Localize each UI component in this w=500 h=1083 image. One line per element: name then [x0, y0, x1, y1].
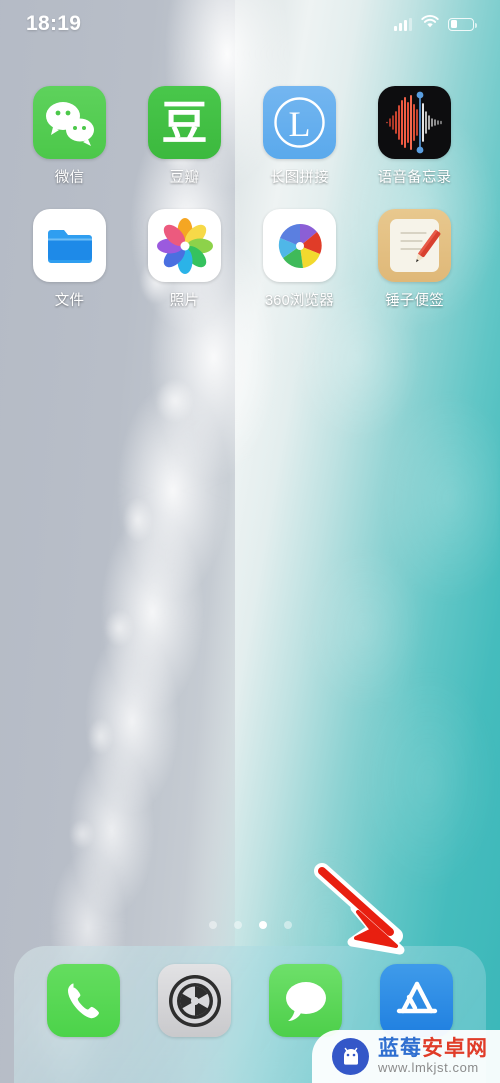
- app-label: 豆瓣: [169, 170, 200, 186]
- douban-icon: 豆: [148, 86, 221, 159]
- android-robot-icon: [332, 1038, 369, 1075]
- app-icon-files[interactable]: 文件: [12, 209, 127, 310]
- app-label: 锤子便签: [385, 293, 444, 309]
- app-icon-photos[interactable]: 照片: [127, 209, 242, 310]
- page-dot-active[interactable]: [258, 921, 267, 929]
- app-label: 360浏览器: [265, 293, 334, 309]
- app-icon-changtu-pinjie[interactable]: L 长图拼接: [242, 86, 357, 187]
- watermark-brand-part2: 安卓网: [422, 1037, 488, 1061]
- watermark-url: www.lmkjst.com: [378, 1060, 479, 1076]
- app-label: 微信: [54, 170, 85, 186]
- app-grid-row: 文件 照片 360浏览器 锤子便签: [12, 209, 488, 332]
- status-bar-clock: 18:19: [26, 12, 82, 35]
- phone-icon: [47, 964, 120, 1037]
- messages-icon: [269, 964, 342, 1037]
- app-label: 语音备忘录: [377, 170, 452, 186]
- page-dot[interactable]: [208, 921, 217, 929]
- dock-app-messages[interactable]: [269, 964, 342, 1037]
- app-icon-voice-memos[interactable]: 语音备忘录: [357, 86, 472, 187]
- app-store-icon: [380, 964, 453, 1037]
- page-dot[interactable]: [283, 921, 292, 929]
- app-label: 照片: [169, 293, 200, 309]
- page-indicator[interactable]: [0, 921, 500, 929]
- photos-icon: [148, 209, 221, 282]
- files-icon: [33, 209, 106, 282]
- browser-360-icon: [263, 209, 336, 282]
- app-grid-row: 微信 豆 豆瓣 L 长图拼接 语音备忘录: [12, 86, 488, 209]
- watermark-brand: 蓝莓安卓网: [378, 1038, 488, 1060]
- wechat-icon: [33, 86, 106, 159]
- app-icon-smartisan-notes[interactable]: 锤子便签: [357, 209, 472, 310]
- voice-memos-icon: [378, 86, 451, 159]
- watermark-text: 蓝莓安卓网 www.lmkjst.com: [378, 1038, 488, 1075]
- status-bar-indicators: [394, 15, 477, 33]
- app-label: 文件: [54, 293, 85, 309]
- douban-glyph: 豆: [161, 95, 208, 150]
- battery-icon: [448, 17, 477, 31]
- watermark: 蓝莓安卓网 www.lmkjst.com: [312, 1030, 500, 1083]
- changtu-pinjie-icon: L: [263, 86, 336, 159]
- wifi-icon: [421, 15, 439, 33]
- app-grid: 微信 豆 豆瓣 L 长图拼接 语音备忘录 文件 照片 360浏览器 锤子便签: [0, 86, 500, 332]
- page-dot[interactable]: [233, 921, 242, 929]
- smartisan-notes-icon: [378, 209, 451, 282]
- dock-app-app-store[interactable]: [380, 964, 453, 1037]
- cellular-signal-icon: [394, 17, 412, 31]
- svg-text:L: L: [289, 104, 311, 144]
- watermark-brand-part1: 蓝莓: [378, 1037, 422, 1061]
- dock-app-phone[interactable]: [47, 964, 120, 1037]
- status-bar: 18:19: [0, 0, 500, 48]
- settings-gear-icon: [158, 964, 231, 1037]
- app-icon-browser-360[interactable]: 360浏览器: [242, 209, 357, 310]
- app-label: 长图拼接: [270, 170, 329, 186]
- app-icon-douban[interactable]: 豆 豆瓣: [127, 86, 242, 187]
- dock-app-settings[interactable]: [158, 964, 231, 1037]
- app-icon-wechat[interactable]: 微信: [12, 86, 127, 187]
